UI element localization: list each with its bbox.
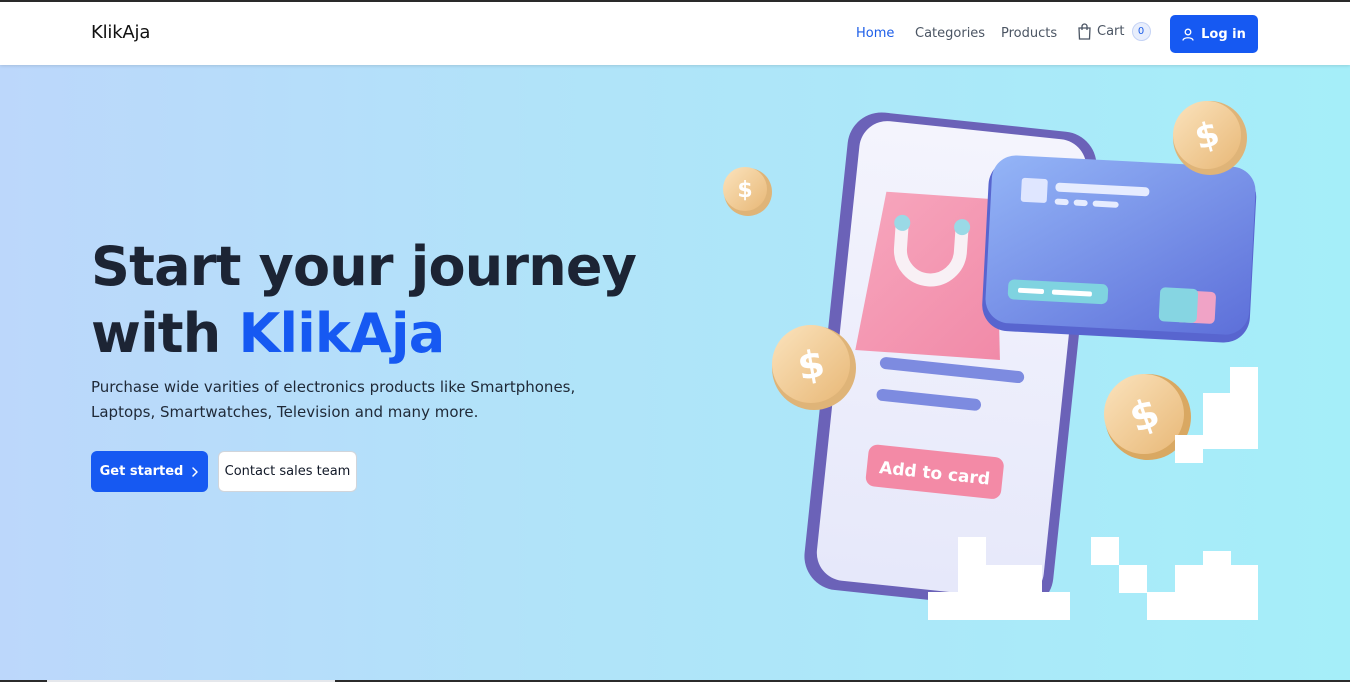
headline-accent: KlikAja bbox=[238, 302, 445, 365]
nav-link-products[interactable]: Products bbox=[1001, 26, 1057, 41]
hero-lead-text: Purchase wide varities of electronics pr… bbox=[91, 378, 576, 421]
hero-section: Start your journey with KlikAja Purchase… bbox=[0, 65, 1350, 682]
credit-card-graphic bbox=[982, 155, 1257, 343]
hero-illustration: Add to card $ $ $ $ bbox=[723, 101, 1258, 620]
headline-prefix: with bbox=[91, 302, 239, 365]
chevron-right-icon bbox=[192, 466, 199, 477]
login-label: Log in bbox=[1201, 26, 1246, 42]
cart-count-badge: 0 bbox=[1131, 22, 1151, 41]
user-icon bbox=[1182, 28, 1194, 41]
headline-line1: Start your journey bbox=[91, 235, 637, 298]
nav-link-home[interactable]: Home bbox=[856, 26, 894, 41]
cart-label: Cart bbox=[1097, 24, 1125, 39]
shopping-bag-icon bbox=[1078, 23, 1091, 40]
hero-headline: Start your journey with KlikAja bbox=[91, 233, 637, 367]
coin-icon-small: $ bbox=[723, 167, 772, 216]
get-started-button[interactable]: Get started bbox=[91, 451, 208, 492]
get-started-label: Get started bbox=[99, 464, 184, 479]
cart-link[interactable]: Cart 0 bbox=[1077, 22, 1151, 41]
contact-sales-button[interactable]: Contact sales team bbox=[218, 451, 357, 492]
navbar: KlikAja Home Categories Products Cart 0 … bbox=[0, 2, 1350, 65]
coin-icon-top-right: $ bbox=[1173, 101, 1247, 175]
login-button[interactable]: Log in bbox=[1170, 15, 1258, 53]
brand-logo[interactable]: KlikAja bbox=[91, 22, 150, 43]
coin-symbol: $ bbox=[737, 178, 752, 203]
nav-link-categories[interactable]: Categories bbox=[915, 26, 985, 41]
